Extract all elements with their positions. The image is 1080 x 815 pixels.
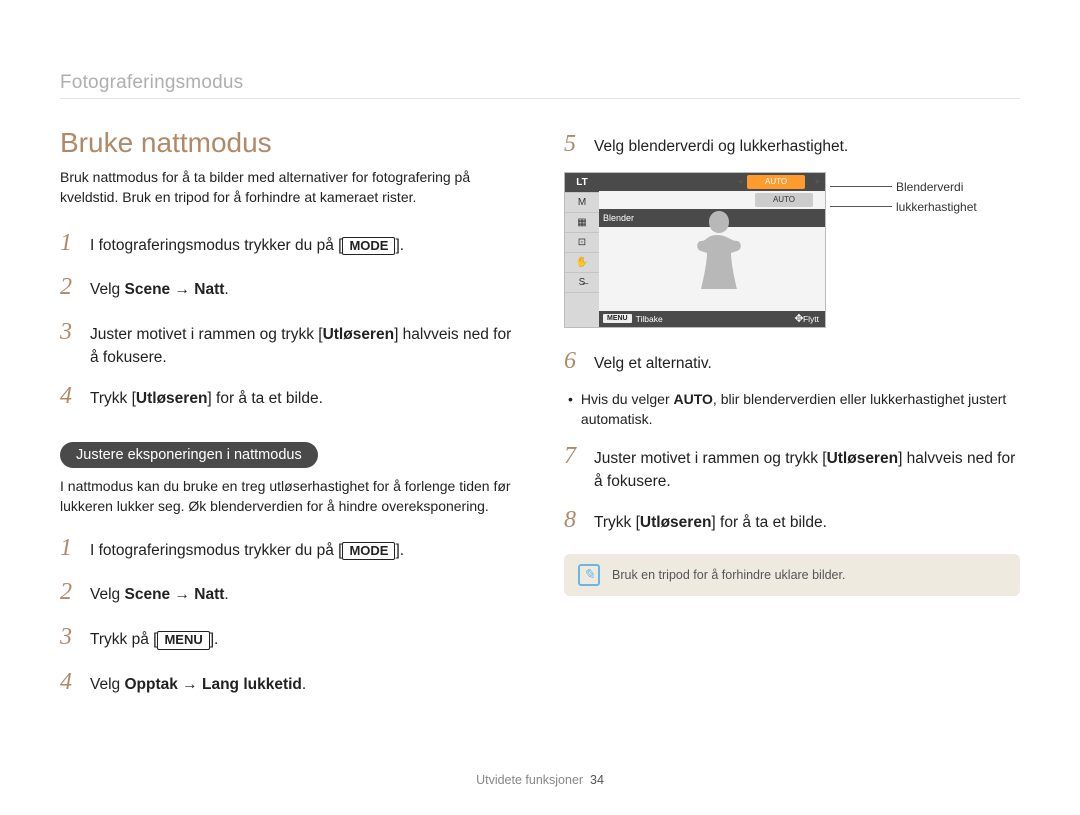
person-silhouette-icon [659,203,779,303]
step-text: Juster motivet i rammen og trykk [Utløse… [594,448,1020,493]
step-number: 2 [60,575,80,610]
steps-continued-3: 7 Juster motivet i rammen og trykk [Utlø… [564,439,1020,538]
steps-secondary: 1 I fotograferingsmodus trykker du på [M… [60,531,516,700]
callout-shutter: lukkerhastighet [830,200,977,214]
lcd-illustration: LT M ▦ ⊡ ✋ S̶ ◄ AUTO ► [564,172,1020,328]
lcd-back-label: Tilbake [636,314,663,324]
step-number: 6 [564,344,584,379]
column-left: Bruke nattmodus Bruk nattmodus for å ta … [60,127,516,710]
intro-text: Bruk nattmodus for å ta bilder med alter… [60,167,516,208]
subsection-pill: Justere eksponeringen i nattmodus [60,442,318,468]
tip-text: Bruk en tripod for å forhindre uklare bi… [612,568,845,582]
step-text: Velg blenderverdi og lukkerhastighet. [594,136,1020,158]
lcd-aperture-value: AUTO [747,175,805,189]
step-number: 3 [60,620,80,655]
left-arrow-icon: ◄ [733,177,747,186]
subsection-text: I nattmodus kan du bruke en treg utløser… [60,476,516,517]
info-icon: ✎ [578,564,600,586]
step-text: I fotograferingsmodus trykker du på [MOD… [90,540,516,562]
step-text: Trykk på [MENU]. [90,629,516,651]
step-bullet: Hvis du velger AUTO, blir blenderverdien… [568,389,1020,430]
step-number: 5 [564,127,584,162]
lcd-side-hand-icon: ✋ [565,253,599,273]
step-number: 1 [60,531,80,566]
step-text: Velg Scene → Natt. [90,584,516,606]
menu-button-label: MENU [157,631,209,650]
step-text: I fotograferingsmodus trykker du på [MOD… [90,235,516,257]
step-text: Velg Scene → Natt. [90,279,516,301]
lcd-side-focus-icon: ⊡ [565,233,599,253]
step-text: Trykk [Utløseren] for å ta et bilde. [90,388,516,410]
page-footer: Utvidete funksjoner 34 [0,773,1080,787]
steps-continued-2: 6 Velg et alternativ. [564,344,1020,379]
dpad-icon: ✥ [759,314,799,324]
breadcrumb: Fotograferingsmodus [60,72,1020,99]
steps-continued: 5 Velg blenderverdi og lukkerhastighet. [564,127,1020,162]
lcd-move-label: Flytt [803,314,819,324]
lcd-side-grid-icon: ▦ [565,213,599,233]
lcd-side-s-icon: S̶ [565,273,599,293]
step-number: 4 [60,379,80,414]
mode-button-label: MODE [342,237,395,256]
lcd-side-m-icon: M [565,193,599,213]
step-number: 8 [564,503,584,538]
step-number: 7 [564,439,584,474]
right-arrow-icon: ► [811,177,825,186]
step-number: 2 [60,270,80,305]
step-number: 3 [60,315,80,350]
lcd-menu-badge: MENU [603,314,632,323]
mode-button-label: MODE [342,542,395,561]
steps-primary: 1 I fotograferingsmodus trykker du på [M… [60,226,516,414]
step-text: Juster motivet i rammen og trykk [Utløse… [90,324,516,369]
step-text: Velg et alternativ. [594,353,1020,375]
page-title: Bruke nattmodus [60,127,516,159]
column-right: 5 Velg blenderverdi og lukkerhastighet. … [564,127,1020,710]
lcd-side-lt-icon: LT [565,173,599,193]
step-text: Trykk [Utløseren] for å ta et bilde. [594,512,1020,534]
callout-aperture: Blenderverdi [830,180,963,194]
step-text: Velg Opptak → Lang lukketid. [90,674,516,696]
step-number: 4 [60,665,80,700]
step-number: 1 [60,226,80,261]
tip-box: ✎ Bruk en tripod for å forhindre uklare … [564,554,1020,596]
